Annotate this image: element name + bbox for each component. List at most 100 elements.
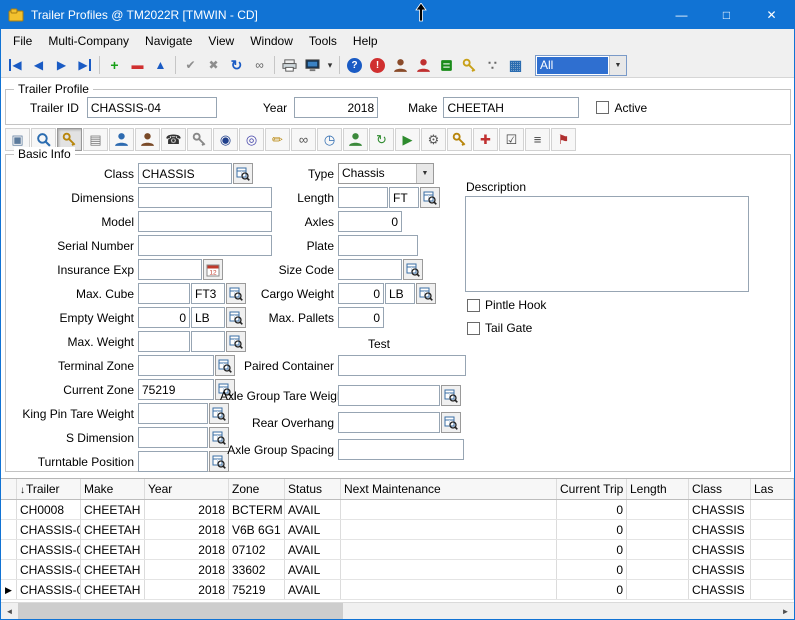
- user-button[interactable]: [389, 54, 412, 76]
- menu-item-file[interactable]: File: [5, 31, 40, 51]
- tab-cd[interactable]: ◎: [239, 128, 264, 151]
- tab-disc[interactable]: ◉: [213, 128, 238, 151]
- axles-input[interactable]: [338, 211, 402, 232]
- tab-users[interactable]: [343, 128, 368, 151]
- menu-item-help[interactable]: Help: [345, 31, 386, 51]
- rear-overhang-lookup-button[interactable]: [441, 412, 461, 433]
- post-edit-button[interactable]: ✔: [179, 54, 202, 76]
- grid-header-trailer[interactable]: ↓Trailer: [17, 479, 81, 499]
- active-checkbox[interactable]: [596, 101, 609, 114]
- empty-weight-input[interactable]: [138, 307, 190, 328]
- close-button[interactable]: ✕: [749, 1, 794, 29]
- licenses-button[interactable]: [435, 54, 458, 76]
- tab-permits[interactable]: [447, 128, 472, 151]
- steps-button[interactable]: ∵: [481, 54, 504, 76]
- prior-record-button[interactable]: ◀: [27, 54, 50, 76]
- description-textarea[interactable]: [465, 196, 749, 292]
- tab-tools[interactable]: ⚙: [421, 128, 446, 151]
- tab-phone[interactable]: ☎: [161, 128, 186, 151]
- length-input[interactable]: [338, 187, 388, 208]
- class-input[interactable]: [138, 163, 232, 184]
- keys-button[interactable]: [458, 54, 481, 76]
- tail-gate-checkbox[interactable]: [467, 322, 480, 335]
- length-lookup-button[interactable]: [420, 187, 440, 208]
- grid-header-status[interactable]: Status: [285, 479, 341, 499]
- max-pallets-input[interactable]: [338, 307, 384, 328]
- help-button[interactable]: ?: [343, 54, 366, 76]
- axle-group-tare-weight-input[interactable]: [338, 385, 440, 406]
- maximize-button[interactable]: □: [704, 1, 749, 29]
- table-row[interactable]: CHASSIS-01 CHEETAH 2018 V6B 6G1 AVAIL 0 …: [1, 520, 794, 540]
- tab-driver[interactable]: [109, 128, 134, 151]
- screen-button[interactable]: [301, 54, 324, 76]
- find-button[interactable]: ∞: [248, 54, 271, 76]
- max-weight-input[interactable]: [138, 331, 190, 352]
- last-record-button[interactable]: ▶: [73, 54, 96, 76]
- tab-doc-refresh[interactable]: ↻: [369, 128, 394, 151]
- current-zone-input[interactable]: [138, 379, 214, 400]
- tab-history[interactable]: ◷: [317, 128, 342, 151]
- terminal-zone-input[interactable]: [138, 355, 214, 376]
- axle-group-spacing-input[interactable]: [338, 439, 464, 460]
- trailer-id-input[interactable]: [87, 97, 217, 118]
- grid-header-last[interactable]: Las: [751, 479, 794, 499]
- menu-item-multi-company[interactable]: Multi-Company: [40, 31, 137, 51]
- grid-header-class[interactable]: Class: [689, 479, 751, 499]
- length-unit-input[interactable]: [389, 187, 419, 208]
- table-row[interactable]: CHASSIS-02 CHEETAH 2018 07102 AVAIL 0 CH…: [1, 540, 794, 560]
- menu-item-window[interactable]: Window: [242, 31, 301, 51]
- menu-item-tools[interactable]: Tools: [301, 31, 345, 51]
- print-button[interactable]: [278, 54, 301, 76]
- tab-team[interactable]: [135, 128, 160, 151]
- tab-checklist[interactable]: ☑: [499, 128, 524, 151]
- grid-header-zone[interactable]: Zone: [229, 479, 285, 499]
- about-button[interactable]: !: [366, 54, 389, 76]
- scroll-right-button[interactable]: ►: [777, 603, 794, 619]
- type-dropdown-arrow-icon[interactable]: ▼: [416, 164, 433, 183]
- grid-header-next-maintenance[interactable]: Next Maintenance: [341, 479, 557, 499]
- tab-links[interactable]: ∞: [291, 128, 316, 151]
- scroll-left-button[interactable]: ◄: [1, 603, 18, 619]
- king-pin-tare-weight-input[interactable]: [138, 403, 208, 424]
- scrollbar-thumb[interactable]: [18, 603, 343, 619]
- type-select[interactable]: Chassis ▼: [338, 163, 434, 184]
- insert-record-button[interactable]: +: [103, 54, 126, 76]
- tab-pencil[interactable]: ✏: [265, 128, 290, 151]
- cargo-weight-input[interactable]: [338, 283, 384, 304]
- cancel-edit-button[interactable]: ✖: [202, 54, 225, 76]
- tab-start[interactable]: ▶: [395, 128, 420, 151]
- tab-list[interactable]: ≡: [525, 128, 550, 151]
- tab-access[interactable]: [187, 128, 212, 151]
- menu-item-navigate[interactable]: Navigate: [137, 31, 200, 51]
- screen-dropdown-button[interactable]: ▾: [324, 54, 336, 76]
- paired-container-input[interactable]: [338, 355, 466, 376]
- table-row[interactable]: CH0008 CHEETAH 2018 BCTERM AVAIL 0 CHASS…: [1, 500, 794, 520]
- menu-item-view[interactable]: View: [200, 31, 242, 51]
- make-input[interactable]: [443, 97, 579, 118]
- max-cube-input[interactable]: [138, 283, 190, 304]
- table-row-current[interactable]: ▶ CHASSIS-04 CHEETAH 2018 75219 AVAIL 0 …: [1, 580, 794, 600]
- edit-record-button[interactable]: ▲: [149, 54, 172, 76]
- filter-combobox[interactable]: All ▼: [535, 55, 627, 76]
- grid-header-current-trip[interactable]: Current Trip: [557, 479, 627, 499]
- first-record-button[interactable]: ◀: [4, 54, 27, 76]
- rear-overhang-input[interactable]: [338, 412, 440, 433]
- tab-report[interactable]: ⚑: [551, 128, 576, 151]
- next-record-button[interactable]: ▶: [50, 54, 73, 76]
- grid-header-length[interactable]: Length: [627, 479, 689, 499]
- axle-group-tare-weight-lookup-button[interactable]: [441, 385, 461, 406]
- scrollbar-track[interactable]: [18, 603, 777, 619]
- cargo-weight-lookup-button[interactable]: [416, 283, 436, 304]
- minimize-button[interactable]: —: [659, 1, 704, 29]
- pintle-hook-checkbox[interactable]: [467, 299, 480, 312]
- year-input[interactable]: [294, 97, 378, 118]
- insurance-exp-input[interactable]: [138, 259, 202, 280]
- turntable-position-input[interactable]: [138, 451, 208, 472]
- plate-input[interactable]: [338, 235, 418, 256]
- modules-button[interactable]: ▦: [504, 54, 527, 76]
- tab-notes[interactable]: ▤: [83, 128, 108, 151]
- delete-record-button[interactable]: ▬: [126, 54, 149, 76]
- table-row[interactable]: CHASSIS-03 CHEETAH 2018 33602 AVAIL 0 CH…: [1, 560, 794, 580]
- s-dimension-input[interactable]: [138, 427, 208, 448]
- tab-safety[interactable]: ✚: [473, 128, 498, 151]
